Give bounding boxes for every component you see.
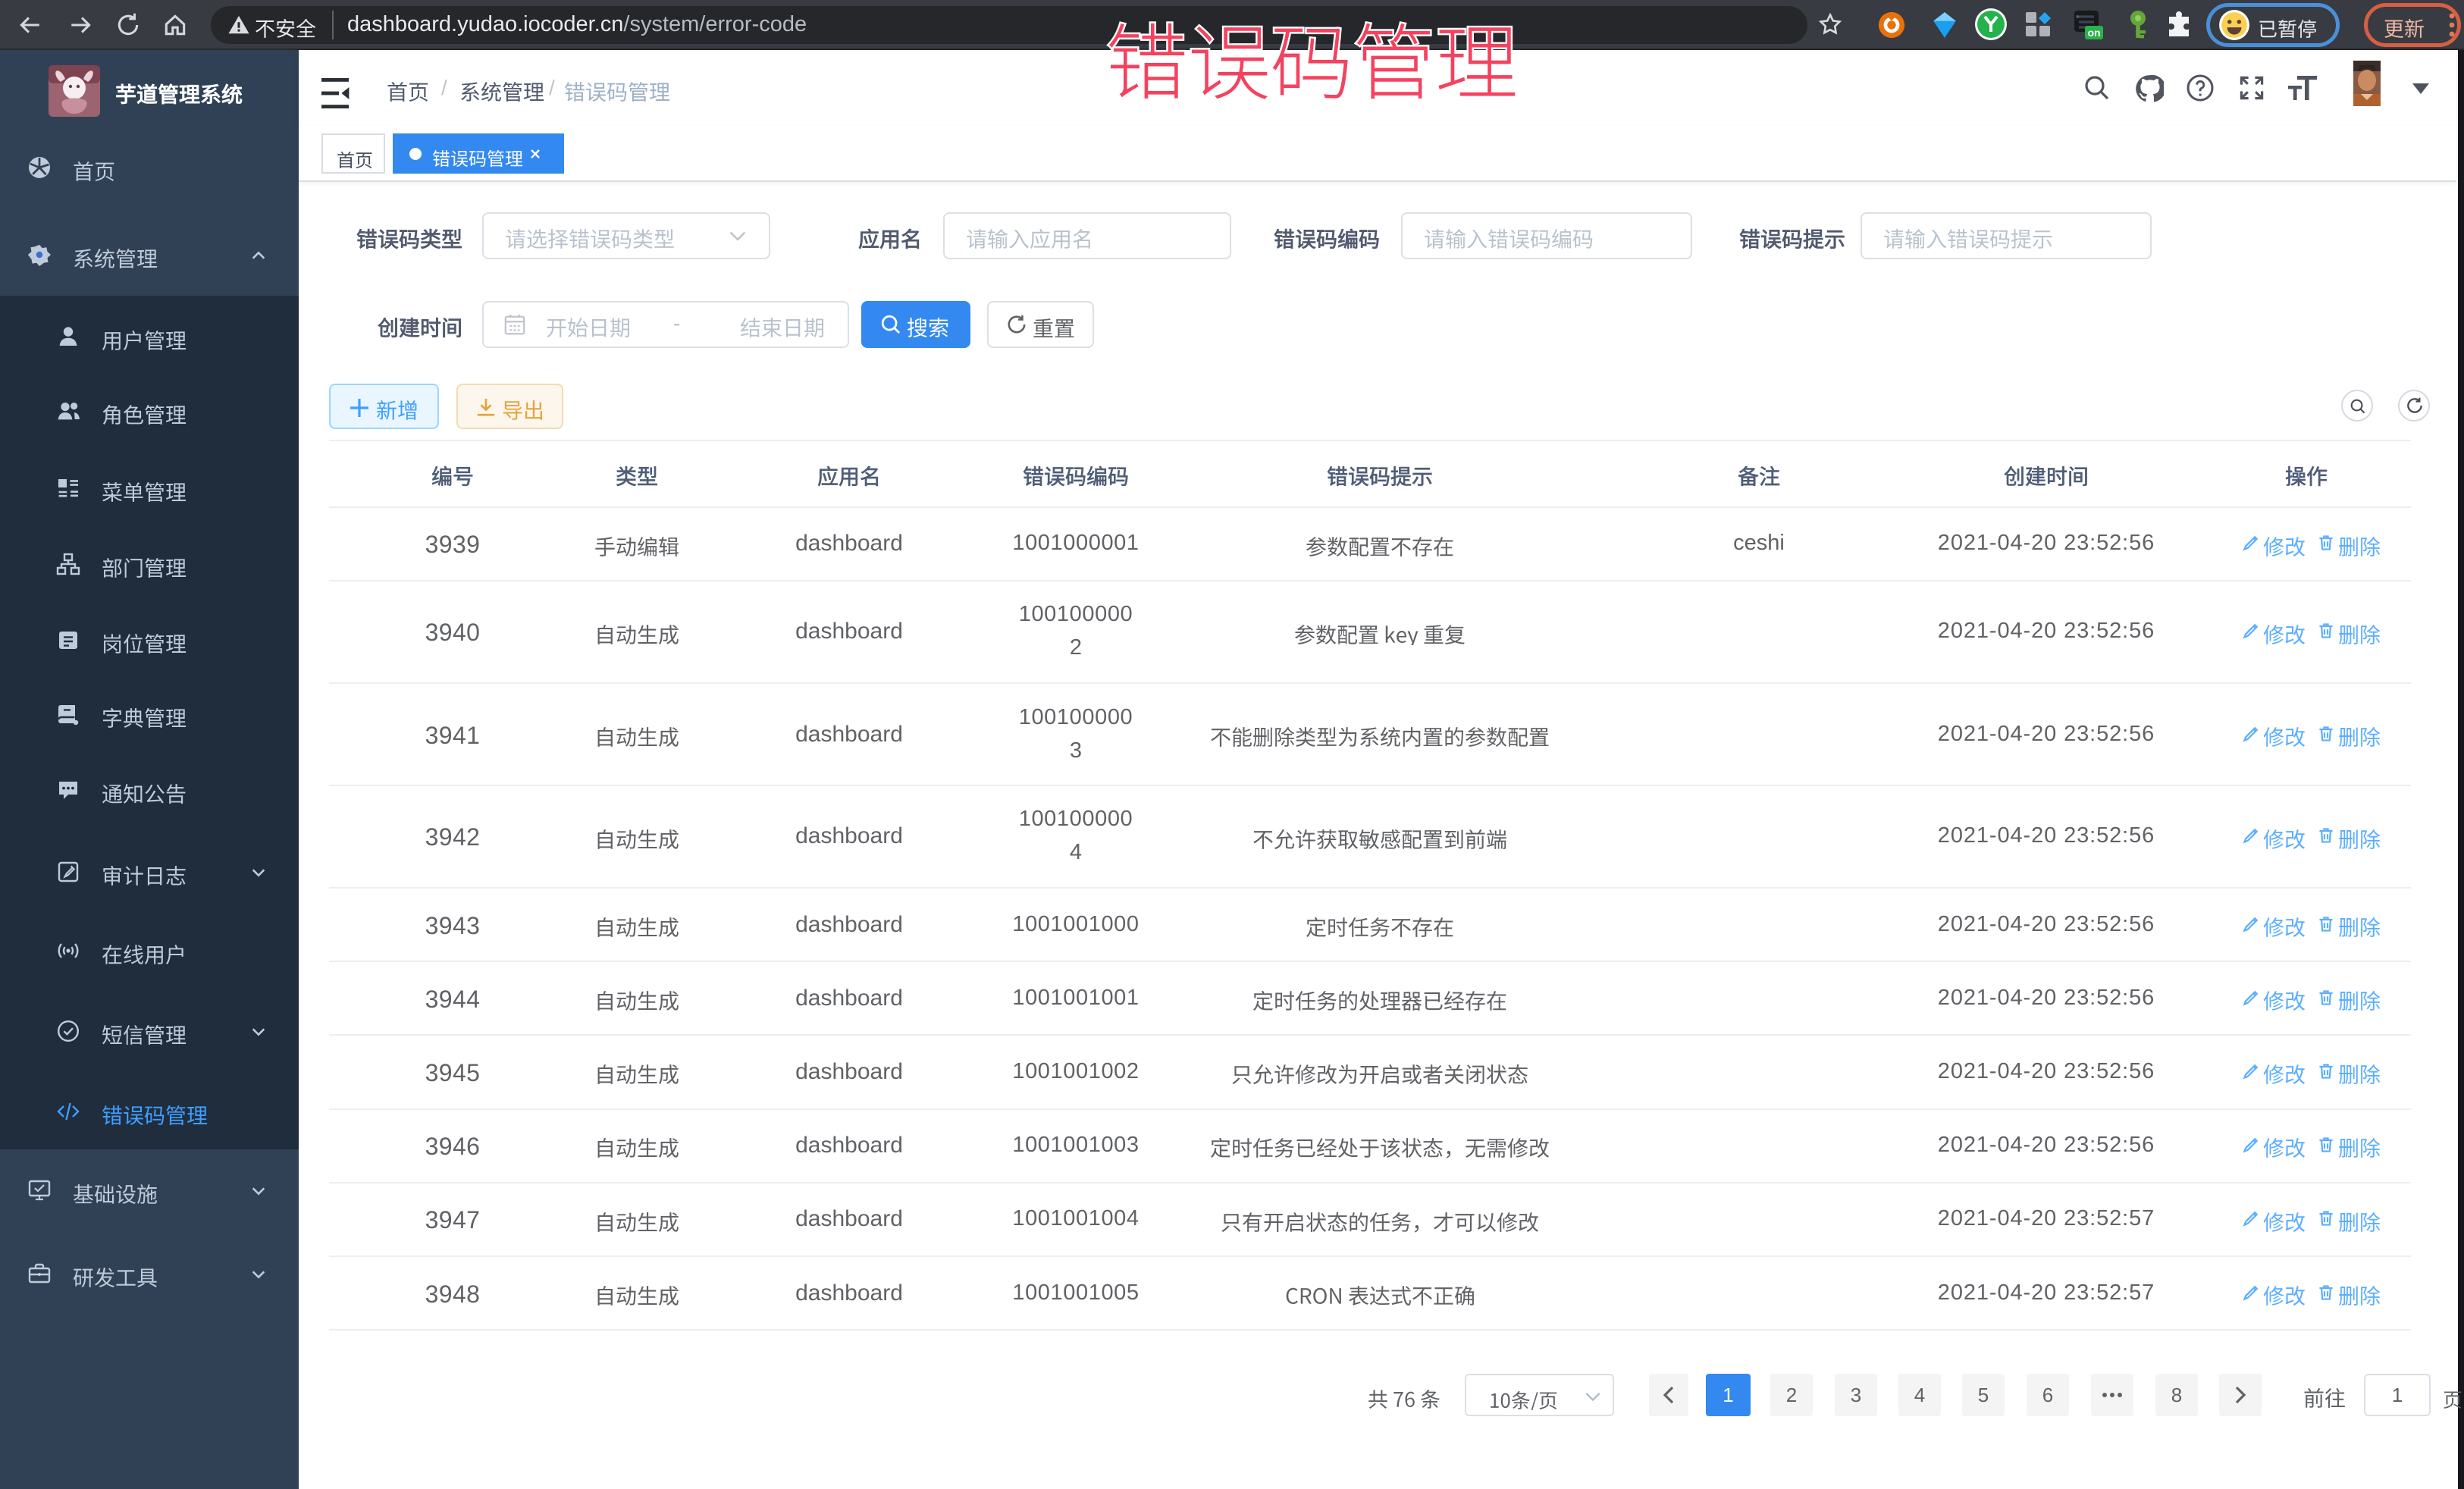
svg-text:on: on: [2087, 27, 2100, 39]
